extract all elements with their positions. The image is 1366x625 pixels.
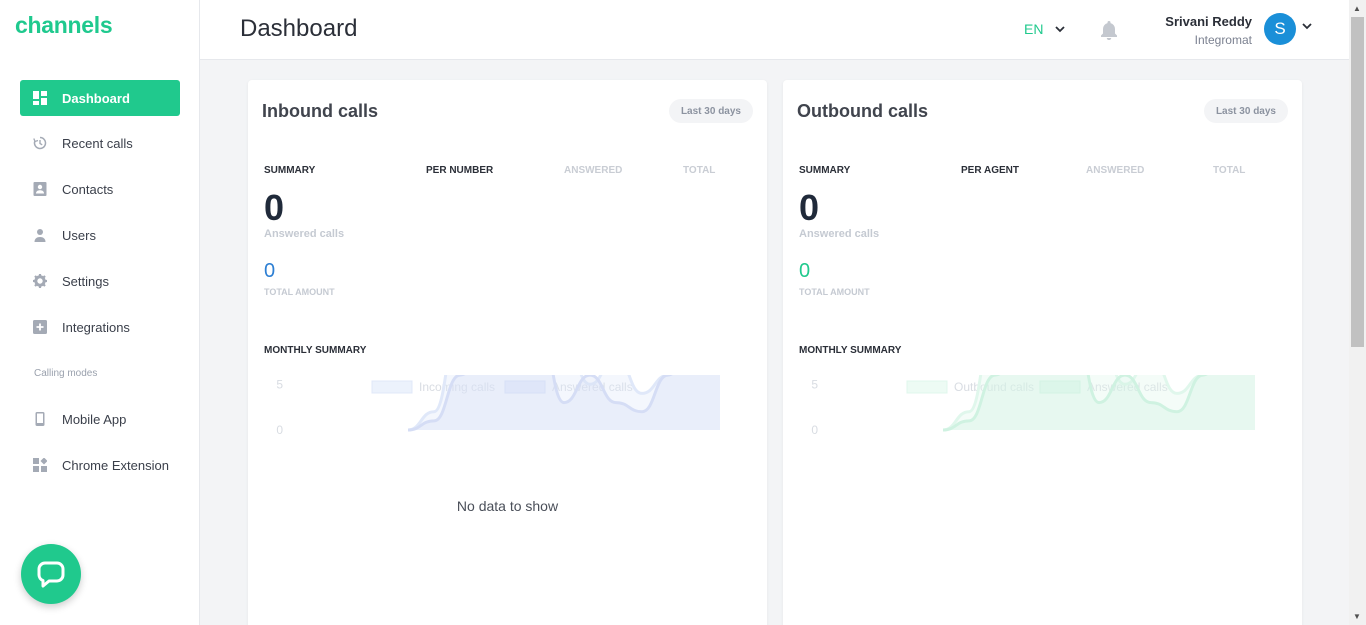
- date-range-button[interactable]: Last 30 days: [1203, 99, 1288, 123]
- app-logo[interactable]: channels: [15, 12, 113, 39]
- user-icon: [33, 228, 47, 242]
- sidebar: channels Dashboard Recent calls Contacts…: [0, 0, 200, 625]
- user-organization: Integromat: [1194, 33, 1252, 47]
- extension-icon: [33, 458, 47, 472]
- sidebar-item-users[interactable]: Users: [20, 217, 180, 253]
- chevron-down-icon[interactable]: [1302, 23, 1312, 30]
- monthly-summary-label: MONTHLY SUMMARY: [264, 345, 367, 356]
- chevron-down-icon: [1055, 25, 1066, 32]
- tab-per-agent[interactable]: PER AGENT: [961, 165, 1019, 176]
- date-range-button[interactable]: Last 30 days: [668, 99, 753, 123]
- tab-per-number[interactable]: PER NUMBER: [426, 165, 493, 176]
- chart-plot: Incoming callsAnswered calls353025201510…: [276, 375, 720, 437]
- gear-icon: [33, 274, 47, 288]
- tab-answered[interactable]: ANSWERED: [1086, 165, 1144, 176]
- notifications-button[interactable]: [1100, 20, 1118, 45]
- sidebar-item-label: Settings: [62, 273, 109, 289]
- y-tick-label: 5: [811, 377, 818, 391]
- no-data-message: No data to show: [456, 498, 559, 514]
- sidebar-item-label: Users: [62, 227, 96, 243]
- chart-plot: Outbound callsAnswered calls353025201510…: [811, 375, 1255, 437]
- answered-calls-label: Answered calls: [264, 228, 345, 240]
- chat-icon: [37, 561, 65, 588]
- sidebar-item-dashboard[interactable]: Dashboard: [20, 80, 180, 116]
- avatar[interactable]: S: [1264, 13, 1296, 45]
- total-amount-value: 0: [264, 260, 276, 282]
- chat-launcher-button[interactable]: [21, 544, 81, 604]
- legend-swatch: [371, 380, 413, 394]
- user-name[interactable]: Srivani Reddy: [1165, 14, 1252, 29]
- scroll-up-arrow[interactable]: ▲: [1353, 4, 1361, 13]
- sidebar-item-label: Recent calls: [62, 135, 133, 151]
- sidebar-item-label: Dashboard: [62, 90, 130, 106]
- sidebar-item-integrations[interactable]: Integrations: [20, 309, 180, 345]
- scrollbar-thumb[interactable]: [1351, 17, 1364, 347]
- history-icon: [33, 136, 47, 150]
- sidebar-item-chrome-extension[interactable]: Chrome Extension: [20, 447, 180, 483]
- tab-summary[interactable]: SUMMARY: [264, 165, 315, 176]
- bell-icon: [1101, 21, 1117, 41]
- sidebar-item-label: Integrations: [62, 319, 130, 335]
- language-selector[interactable]: EN: [1024, 21, 1066, 37]
- sidebar-item-label: Mobile App: [62, 411, 127, 427]
- sidebar-item-recent-calls[interactable]: Recent calls: [20, 125, 180, 161]
- card-title: Inbound calls: [262, 101, 379, 121]
- sidebar-item-label: Contacts: [62, 181, 114, 197]
- contact-card-icon: [33, 182, 47, 196]
- phone-icon: [33, 412, 47, 426]
- total-amount-label: TOTAL AMOUNT: [799, 287, 870, 297]
- page-scrollbar[interactable]: ▲ ▼: [1349, 0, 1366, 625]
- card-title: Outbound calls: [797, 101, 929, 121]
- calling-modes-label: Calling modes: [34, 368, 98, 379]
- sidebar-item-contacts[interactable]: Contacts: [20, 171, 180, 207]
- inbound-calls-card: Inbound calls Last 30 days SUMMARY PER N…: [248, 80, 767, 625]
- monthly-summary-chart: Outbound callsAnswered calls353025201510…: [811, 375, 1255, 437]
- y-tick-label: 0: [276, 423, 283, 437]
- plus-square-icon: [33, 320, 47, 334]
- language-label: EN: [1024, 21, 1044, 37]
- answered-calls-count: 0: [264, 187, 285, 228]
- outbound-calls-card: Outbound calls Last 30 days SUMMARY PER …: [783, 80, 1302, 625]
- dashboard-icon: [33, 91, 47, 105]
- tab-answered[interactable]: ANSWERED: [564, 165, 622, 176]
- page-title: Dashboard: [240, 15, 358, 42]
- legend-swatch: [906, 380, 948, 394]
- tab-total[interactable]: TOTAL: [1213, 165, 1245, 176]
- total-amount-value: 0: [799, 260, 811, 282]
- monthly-summary-label: MONTHLY SUMMARY: [799, 345, 902, 356]
- sidebar-item-mobile-app[interactable]: Mobile App: [20, 401, 180, 437]
- scroll-down-arrow[interactable]: ▼: [1353, 612, 1361, 621]
- answered-calls-count: 0: [799, 187, 820, 228]
- y-tick-label: 5: [276, 377, 283, 391]
- total-amount-label: TOTAL AMOUNT: [264, 287, 335, 297]
- sidebar-item-label: Chrome Extension: [62, 457, 169, 473]
- tab-total[interactable]: TOTAL: [683, 165, 715, 176]
- top-header: Dashboard EN Srivani Reddy Integromat S: [200, 0, 1349, 60]
- answered-calls-label: Answered calls: [799, 228, 880, 240]
- sidebar-item-settings[interactable]: Settings: [20, 263, 180, 299]
- y-tick-label: 0: [811, 423, 818, 437]
- tab-summary[interactable]: SUMMARY: [799, 165, 850, 176]
